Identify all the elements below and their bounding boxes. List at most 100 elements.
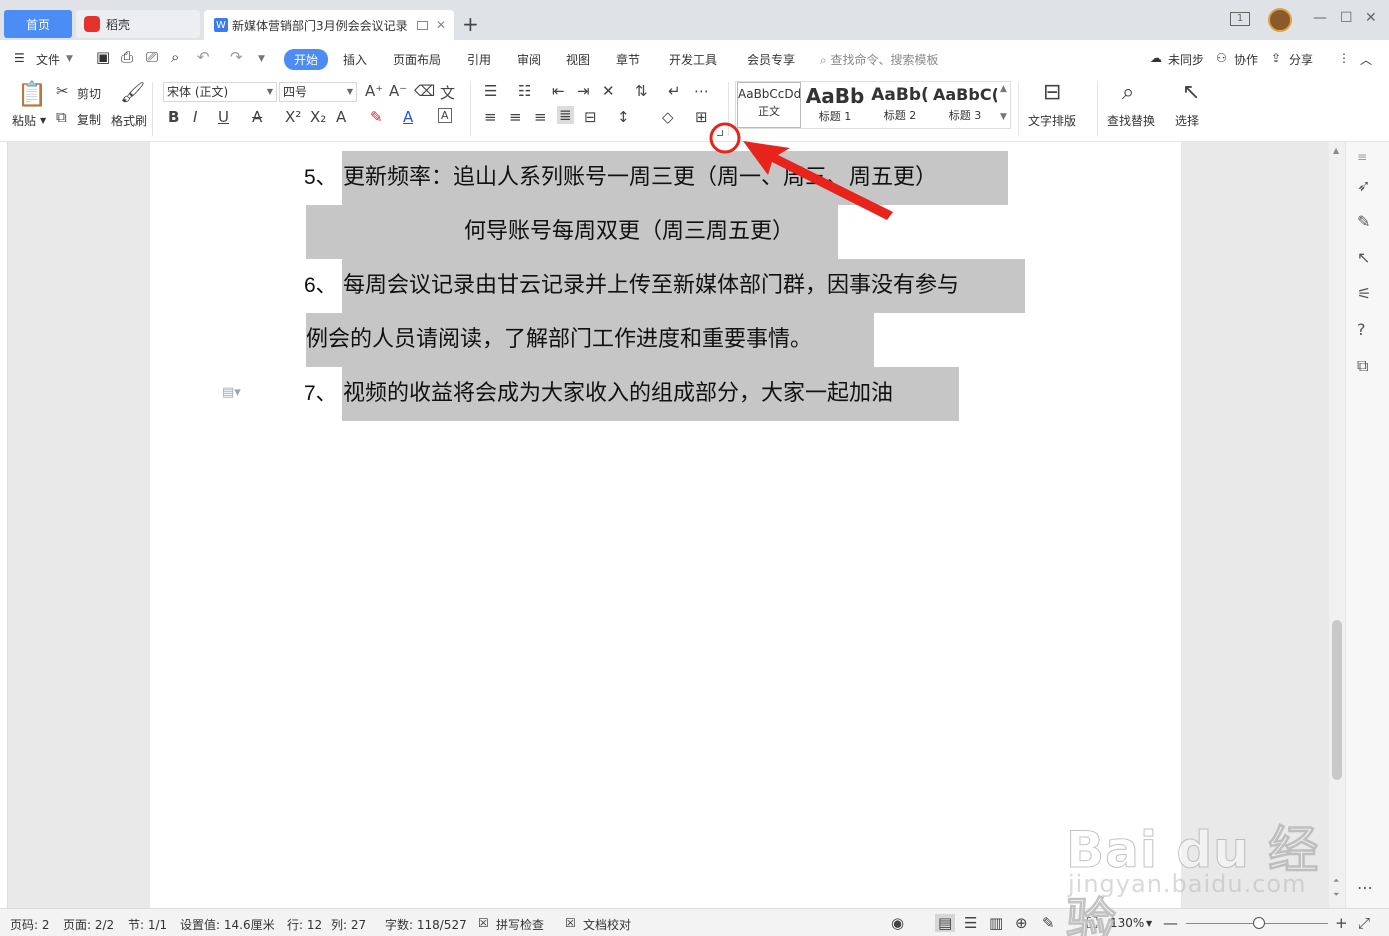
document-line[interactable]: 何导账号每周双更（周三周五更）	[306, 205, 838, 259]
tab-page-layout[interactable]: 页面布局	[393, 51, 441, 68]
align-right-icon[interactable]: ≡	[534, 108, 547, 126]
reading-view-icon[interactable]: ▥	[989, 914, 1003, 932]
font-name-select[interactable]: 宋体 (正文) ▼	[163, 82, 277, 102]
status-page-code[interactable]: 页码: 2	[10, 916, 50, 933]
clear-format-icon[interactable]: ⌫	[414, 82, 435, 100]
avatar[interactable]	[1268, 8, 1292, 32]
zoom-in-icon[interactable]: +	[1335, 914, 1348, 932]
format-painter-button[interactable]: 格式刷	[111, 112, 147, 129]
status-setting[interactable]: 设置值: 14.6厘米	[180, 916, 275, 933]
scroll-up-icon[interactable]: ▲	[1333, 146, 1339, 155]
paste-dropdown-icon[interactable]: ▼	[40, 116, 46, 125]
distributed-icon[interactable]: ⊟	[584, 108, 597, 126]
bold-icon[interactable]: B	[168, 108, 179, 126]
style-heading-2[interactable]: AaBb( 标题 2	[868, 82, 932, 128]
justify-icon[interactable]: ≣	[557, 106, 574, 124]
document-line[interactable]: 视频的收益将会成为大家收入的组成部分，大家一起加油	[342, 367, 959, 421]
tab-review[interactable]: 审阅	[517, 51, 541, 68]
outline-view-icon[interactable]: ☰	[964, 914, 977, 932]
tab-references[interactable]: 引用	[467, 51, 491, 68]
document-line[interactable]: 更新频率：追山人系列账号一周三更（周一、周三、周五更）	[342, 151, 1008, 205]
tab-daoke[interactable]: 稻壳	[76, 10, 200, 38]
export-pdf-icon[interactable]: ⎙	[121, 48, 133, 66]
status-pages[interactable]: 页面: 2/2	[63, 916, 114, 933]
style-normal[interactable]: AaBbCcDd 正文	[737, 82, 801, 128]
cut-icon[interactable]: ✂	[56, 82, 69, 100]
quick-access-dropdown-icon[interactable]: ▼	[258, 54, 265, 64]
align-center-icon[interactable]: ≡	[509, 108, 522, 126]
select-cursor-icon[interactable]: ↖	[1182, 80, 1200, 105]
char-border-icon[interactable]: A	[438, 108, 452, 123]
paragraph-options-icon[interactable]: ▤▾	[222, 385, 241, 400]
pen-icon[interactable]: ✎	[1357, 212, 1370, 231]
tab-insert[interactable]: 插入	[343, 51, 367, 68]
cloud-sync-icon[interactable]: ☁	[1150, 51, 1162, 65]
text-layout-button[interactable]: 文字排版	[1028, 112, 1076, 129]
print-preview-icon[interactable]: ⌕	[171, 48, 179, 66]
copy-icon[interactable]: ⧉	[56, 108, 67, 126]
decrease-font-icon[interactable]: A⁻	[389, 82, 407, 100]
italic-icon[interactable]: I	[193, 108, 197, 126]
window-count-badge[interactable]: 1	[1230, 12, 1250, 26]
status-word-count[interactable]: 字数: 118/527	[385, 916, 467, 933]
hamburger-icon[interactable]: ☰	[14, 51, 25, 65]
collab-icon[interactable]: ⚇	[1216, 51, 1227, 65]
increase-indent-icon[interactable]: ⇥	[577, 82, 590, 100]
menu-file[interactable]: 文件	[36, 51, 60, 68]
new-tab-button[interactable]: +	[462, 12, 479, 36]
subscript-icon[interactable]: X₂	[310, 108, 326, 126]
format-painter-icon[interactable]: 🖌	[120, 80, 145, 104]
tab-developer[interactable]: 开发工具	[669, 51, 717, 68]
font-size-select[interactable]: 四号 ▼	[279, 82, 357, 102]
collapse-ribbon-icon[interactable]: ︿	[1360, 51, 1372, 68]
spell-check-icon[interactable]: ☒	[478, 916, 489, 930]
tab-chapter[interactable]: 章节	[616, 51, 640, 68]
tab-member[interactable]: 会员专享	[747, 51, 795, 68]
more-icon[interactable]: ⋮	[1338, 51, 1350, 65]
doc-proof-icon[interactable]: ☒	[565, 916, 576, 930]
style-heading-3[interactable]: AaBbC( 标题 3	[933, 82, 997, 128]
collab-button[interactable]: 协作	[1234, 51, 1258, 68]
spell-check-button[interactable]: 拼写检查	[496, 916, 544, 933]
status-row[interactable]: 行: 12	[287, 916, 322, 933]
find-replace-button[interactable]: 查找替换	[1107, 112, 1155, 129]
cut-button[interactable]: 剪切	[77, 85, 101, 102]
decrease-indent-icon[interactable]: ⇤	[552, 82, 565, 100]
style-heading-1[interactable]: AaBb 标题 1	[803, 82, 867, 128]
chinese-layout-icon[interactable]: ✕	[602, 82, 615, 100]
pinyin-icon[interactable]: 文	[440, 82, 455, 103]
page-view-icon[interactable]: ▤	[935, 914, 956, 932]
sidebar-menu-icon[interactable]: ≡	[1357, 150, 1367, 164]
tab-view[interactable]: 视图	[566, 51, 590, 68]
save-icon[interactable]: ▣	[96, 48, 110, 66]
show-marks-icon[interactable]: ↵	[668, 82, 681, 100]
minimize-button[interactable]: —	[1313, 10, 1327, 26]
tab-start[interactable]: 开始	[284, 49, 328, 70]
numbered-list-icon[interactable]: ☷	[518, 82, 531, 100]
print-icon[interactable]: ⎚	[146, 48, 158, 66]
strikethrough-icon[interactable]: A	[252, 108, 262, 126]
undo-icon[interactable]: ↶	[197, 48, 210, 66]
highlight-icon[interactable]: ✎	[370, 108, 383, 126]
share-button[interactable]: 分享	[1289, 51, 1313, 68]
backup-icon[interactable]: ⧉	[1357, 356, 1368, 376]
underline-icon[interactable]: U	[218, 108, 229, 126]
status-col[interactable]: 列: 27	[331, 916, 366, 933]
scrollbar-thumb[interactable]	[1332, 620, 1342, 780]
sort-icon[interactable]: ⇅	[635, 82, 648, 100]
prev-page-icon[interactable]: ⏶	[1333, 876, 1339, 886]
font-color-icon[interactable]: A	[403, 108, 413, 126]
settings-sliders-icon[interactable]: ⚟	[1357, 284, 1371, 303]
sync-status[interactable]: 未同步	[1168, 51, 1204, 68]
maximize-button[interactable]: ☐	[1340, 10, 1353, 26]
paragraph-dialog-launcher[interactable]	[717, 130, 723, 136]
bullet-list-icon[interactable]: ☰	[484, 82, 497, 100]
paste-button[interactable]: 粘贴	[12, 112, 36, 129]
fullscreen-icon[interactable]: ⤢	[1358, 914, 1370, 932]
text-layout-icon[interactable]: ⊟	[1043, 80, 1061, 105]
document-line[interactable]: 每周会议记录由甘云记录并上传至新媒体部门群，因事没有参与	[342, 259, 1025, 313]
tab-document[interactable]: W 新媒体营销部门3月例会会议记录 ✕	[204, 10, 454, 40]
doc-proof-button[interactable]: 文档校对	[583, 916, 631, 933]
increase-font-icon[interactable]: A⁺	[365, 82, 383, 100]
status-section[interactable]: 节: 1/1	[128, 916, 167, 933]
